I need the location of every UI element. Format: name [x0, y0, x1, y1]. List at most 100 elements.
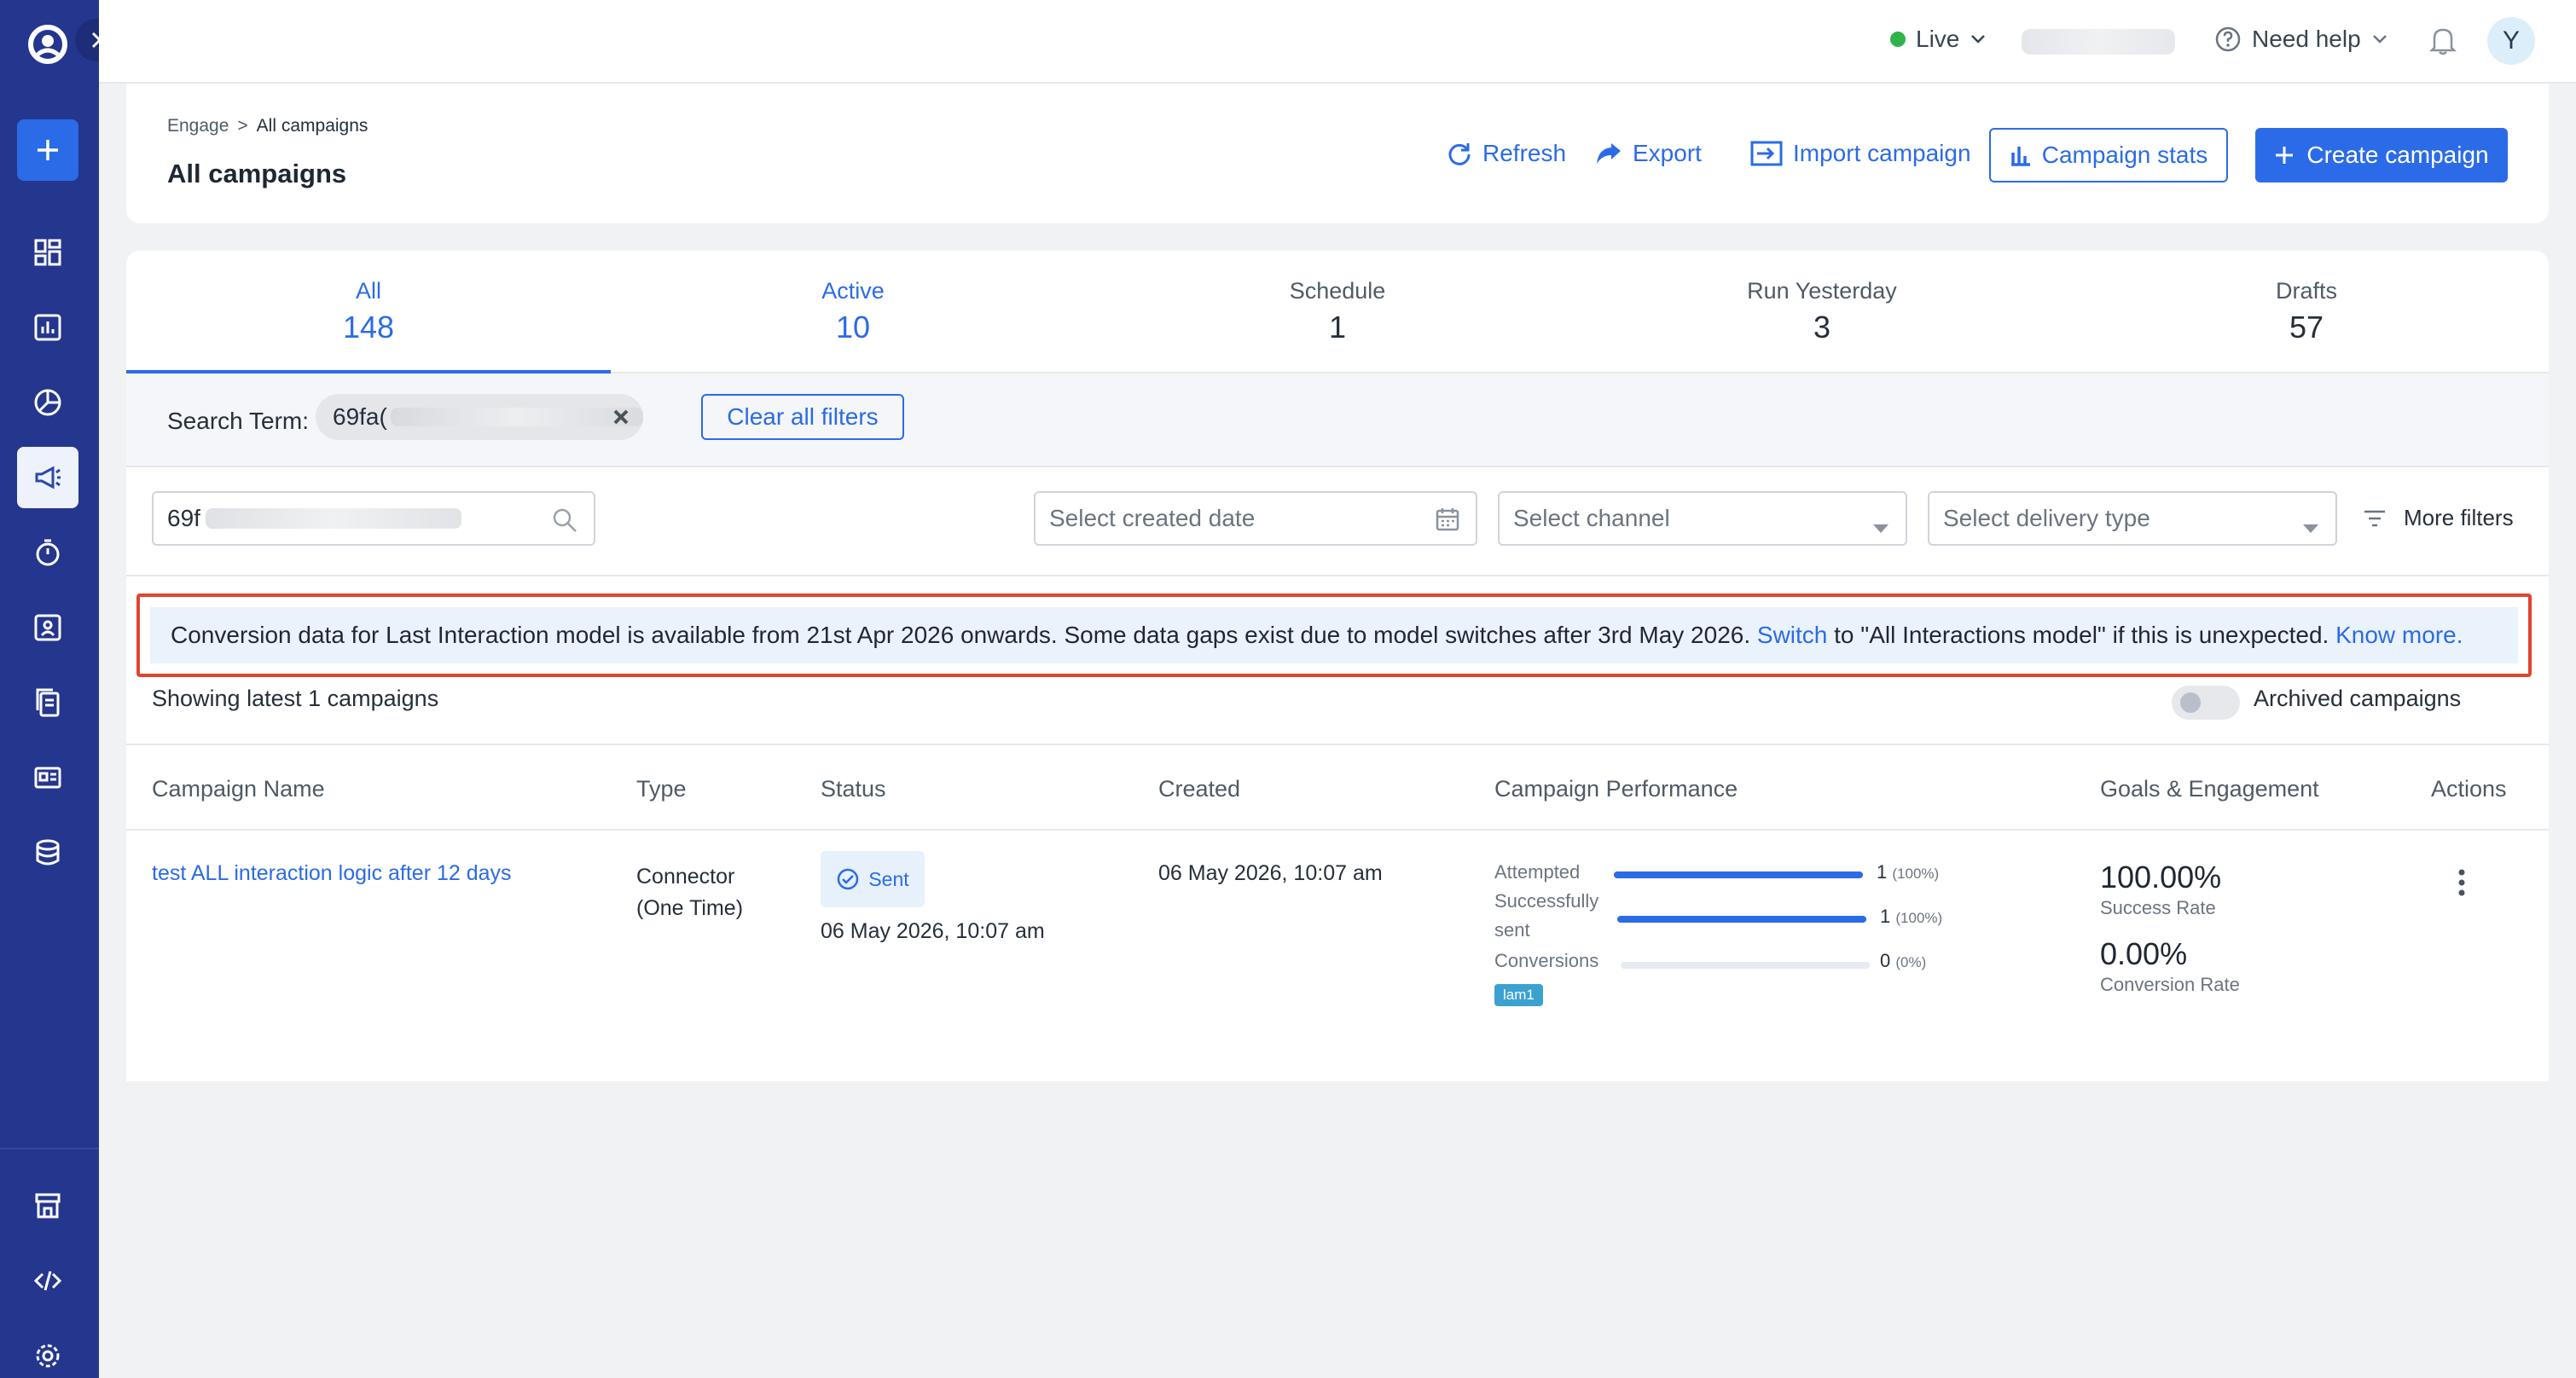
filter-icon: [2364, 510, 2385, 526]
database-icon[interactable]: [17, 822, 78, 883]
more-filters-button[interactable]: More filters: [2363, 505, 2514, 531]
created-date: 06 May 2026, 10:07 am: [1158, 861, 1383, 885]
kebab-icon[interactable]: [2457, 868, 2467, 901]
need-help-label: Need help: [2252, 26, 2361, 52]
store-icon[interactable]: [17, 1175, 78, 1236]
switch-link[interactable]: Switch: [1757, 622, 1827, 649]
export-label: Export: [1633, 140, 1702, 166]
notice-body: Conversion data for Last Interaction mod…: [150, 607, 2518, 663]
conversion-rate-value: 0.00%: [2100, 936, 2188, 971]
stats-icon: [2010, 147, 2030, 166]
bar-chart-icon[interactable]: [17, 297, 78, 358]
newsletter-icon[interactable]: [17, 747, 78, 808]
sent-percent: (100%): [1895, 910, 1943, 926]
toggle-knob: [2180, 692, 2201, 713]
column-type: Type: [636, 776, 687, 802]
tab-schedule[interactable]: Schedule 1: [1095, 251, 1580, 373]
search-term-chip: 69fa(: [316, 394, 643, 440]
conversions-percent: (0%): [1895, 954, 1927, 970]
status-text: Sent: [868, 867, 909, 890]
attempted-percent: (100%): [1892, 866, 1940, 882]
close-icon[interactable]: [611, 406, 631, 433]
campaign-stats-button[interactable]: Campaign stats: [1989, 128, 2228, 182]
plus-icon: [2276, 147, 2294, 164]
attempted-count: 1: [1877, 861, 1888, 883]
type-line: (One Time): [636, 896, 744, 920]
code-icon[interactable]: [17, 1250, 78, 1311]
tab-count: 10: [835, 310, 871, 344]
column-created[interactable]: Created: [1158, 776, 1240, 802]
clear-all-filters-button[interactable]: Clear all filters: [701, 394, 904, 440]
chip-text: 69fa(: [333, 403, 387, 430]
success-rate-value: 100.00%: [2100, 860, 2222, 895]
applied-filters: Search Term: 69fa( Clear all filters: [126, 373, 2549, 467]
search-icon[interactable]: [551, 507, 578, 540]
campaign-tag: lam1: [1494, 984, 1543, 1006]
tab-count: 57: [2289, 310, 2324, 344]
conversion-data-notice: Conversion data for Last Interaction mod…: [136, 593, 2532, 677]
breadcrumb-current: All campaigns: [256, 116, 368, 136]
redacted-text: [205, 508, 461, 529]
delivery-type-placeholder: Select delivery type: [1943, 505, 2150, 531]
user-card-icon[interactable]: [17, 597, 78, 658]
create-campaign-button[interactable]: Create campaign: [2255, 128, 2508, 182]
campaigns-panel: All 148 Active 10 Schedule 1 Run Yesterd…: [126, 251, 2549, 1081]
conversion-rate-label: Conversion Rate: [2100, 974, 2240, 995]
chevron-down-icon: [1871, 513, 1890, 541]
sent-count: 1: [1880, 906, 1891, 927]
environment-label: Live: [1916, 26, 1960, 52]
page-title: All campaigns: [167, 159, 347, 188]
sent-value: 1 (100%): [1880, 906, 1942, 928]
top-bar: [99, 0, 2576, 84]
chevron-down-icon: [2372, 35, 2387, 43]
tab-active[interactable]: Active 10: [611, 251, 1095, 373]
stopwatch-icon[interactable]: [17, 522, 78, 583]
chevron-down-icon: [1971, 35, 1986, 43]
tab-label: Run Yesterday: [1747, 278, 1897, 304]
know-more-link[interactable]: Know more.: [2335, 622, 2463, 649]
megaphone-icon[interactable]: [17, 447, 78, 508]
page-header: Engage > All campaigns All campaigns Ref…: [126, 84, 2549, 223]
sent-bar-fill: [1617, 916, 1866, 923]
column-status: Status: [821, 776, 886, 802]
account-selector[interactable]: [2022, 29, 2175, 55]
calendar-icon: [1435, 507, 1460, 538]
help-circle-icon: [2215, 26, 2241, 52]
plus-icon[interactable]: [17, 119, 78, 181]
column-campaign-performance: Campaign Performance: [1494, 776, 1738, 802]
need-help-menu[interactable]: Need help: [2214, 26, 2388, 53]
gear-icon[interactable]: [17, 1325, 78, 1378]
import-campaign-button[interactable]: Import campaign: [1750, 140, 1971, 167]
export-button[interactable]: Export: [1595, 140, 1702, 167]
status-badge: Sent: [821, 851, 925, 907]
share-arrow-icon: [1597, 143, 1621, 164]
avatar-initial: Y: [2502, 26, 2520, 55]
documents-icon[interactable]: [17, 672, 78, 733]
tab-run-yesterday[interactable]: Run Yesterday 3: [1580, 251, 2064, 373]
tab-all[interactable]: All 148: [126, 251, 611, 373]
environment-selector[interactable]: Live: [1890, 26, 1987, 53]
delivery-type-select[interactable]: Select delivery type: [1928, 491, 2337, 546]
dashboard-icon[interactable]: [17, 222, 78, 283]
bell-icon[interactable]: [2428, 26, 2457, 61]
import-campaign-label: Import campaign: [1793, 140, 1971, 166]
refresh-button[interactable]: Refresh: [1447, 140, 1566, 167]
conversions-count: 0: [1880, 950, 1891, 971]
conversions-label: Conversions: [1494, 950, 1599, 971]
tab-drafts[interactable]: Drafts 57: [2064, 251, 2549, 373]
import-icon: [1750, 141, 1783, 166]
archived-campaigns-toggle[interactable]: [2172, 686, 2240, 720]
created-date-picker[interactable]: Select created date: [1034, 491, 1477, 546]
search-input[interactable]: 69f: [152, 491, 595, 546]
create-campaign-label: Create campaign: [2306, 142, 2489, 168]
column-campaign-name[interactable]: Campaign Name: [152, 776, 325, 802]
notice-text: Conversion data for Last Interaction mod…: [171, 622, 1751, 648]
campaign-name-link[interactable]: test ALL interaction logic after 12 days: [152, 861, 512, 886]
channel-select[interactable]: Select channel: [1498, 491, 1907, 546]
tab-label: Active: [821, 278, 885, 304]
pie-chart-icon[interactable]: [17, 372, 78, 433]
attempted-label: Attempted: [1494, 861, 1581, 883]
breadcrumb-parent[interactable]: Engage: [167, 116, 229, 136]
avatar[interactable]: Y: [2487, 17, 2535, 65]
user-circle-logo-icon[interactable]: [24, 20, 72, 68]
